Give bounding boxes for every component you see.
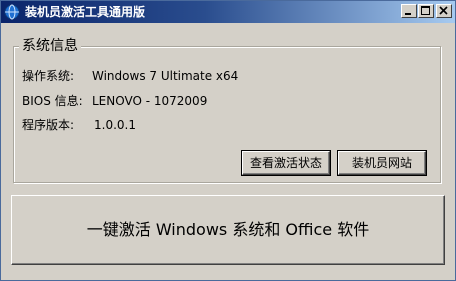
version-label: 程序版本: bbox=[22, 118, 75, 132]
close-button[interactable] bbox=[436, 4, 452, 18]
version-value: 1.0.0.1 bbox=[94, 118, 136, 132]
minimize-icon bbox=[405, 13, 411, 15]
os-value: Windows 7 Ultimate x64 bbox=[92, 69, 239, 83]
os-label: 操作系统: bbox=[22, 69, 75, 83]
bios-label: BIOS 信息: bbox=[22, 94, 83, 108]
close-icon bbox=[439, 6, 448, 15]
maximize-icon bbox=[421, 6, 430, 15]
minimize-button[interactable] bbox=[401, 4, 417, 18]
check-activation-status-button[interactable]: 查看激活状态 bbox=[242, 151, 330, 175]
app-globe-icon bbox=[4, 4, 20, 20]
window-title: 装机员激活工具通用版 bbox=[25, 5, 146, 19]
system-info-legend: 系统信息 bbox=[19, 38, 81, 55]
bios-value: LENOVO - 1072009 bbox=[92, 94, 208, 108]
one-click-activate-button[interactable]: 一键激活 Windows 系统和 Office 软件 bbox=[11, 195, 445, 265]
maximize-button[interactable] bbox=[418, 4, 434, 18]
app-window: 装机员激活工具通用版 系统信息 操作系统: Windows 7 Ultimate… bbox=[0, 0, 456, 281]
title-bar[interactable]: 装机员激活工具通用版 bbox=[1, 1, 455, 23]
website-button[interactable]: 装机员网站 bbox=[338, 151, 426, 175]
